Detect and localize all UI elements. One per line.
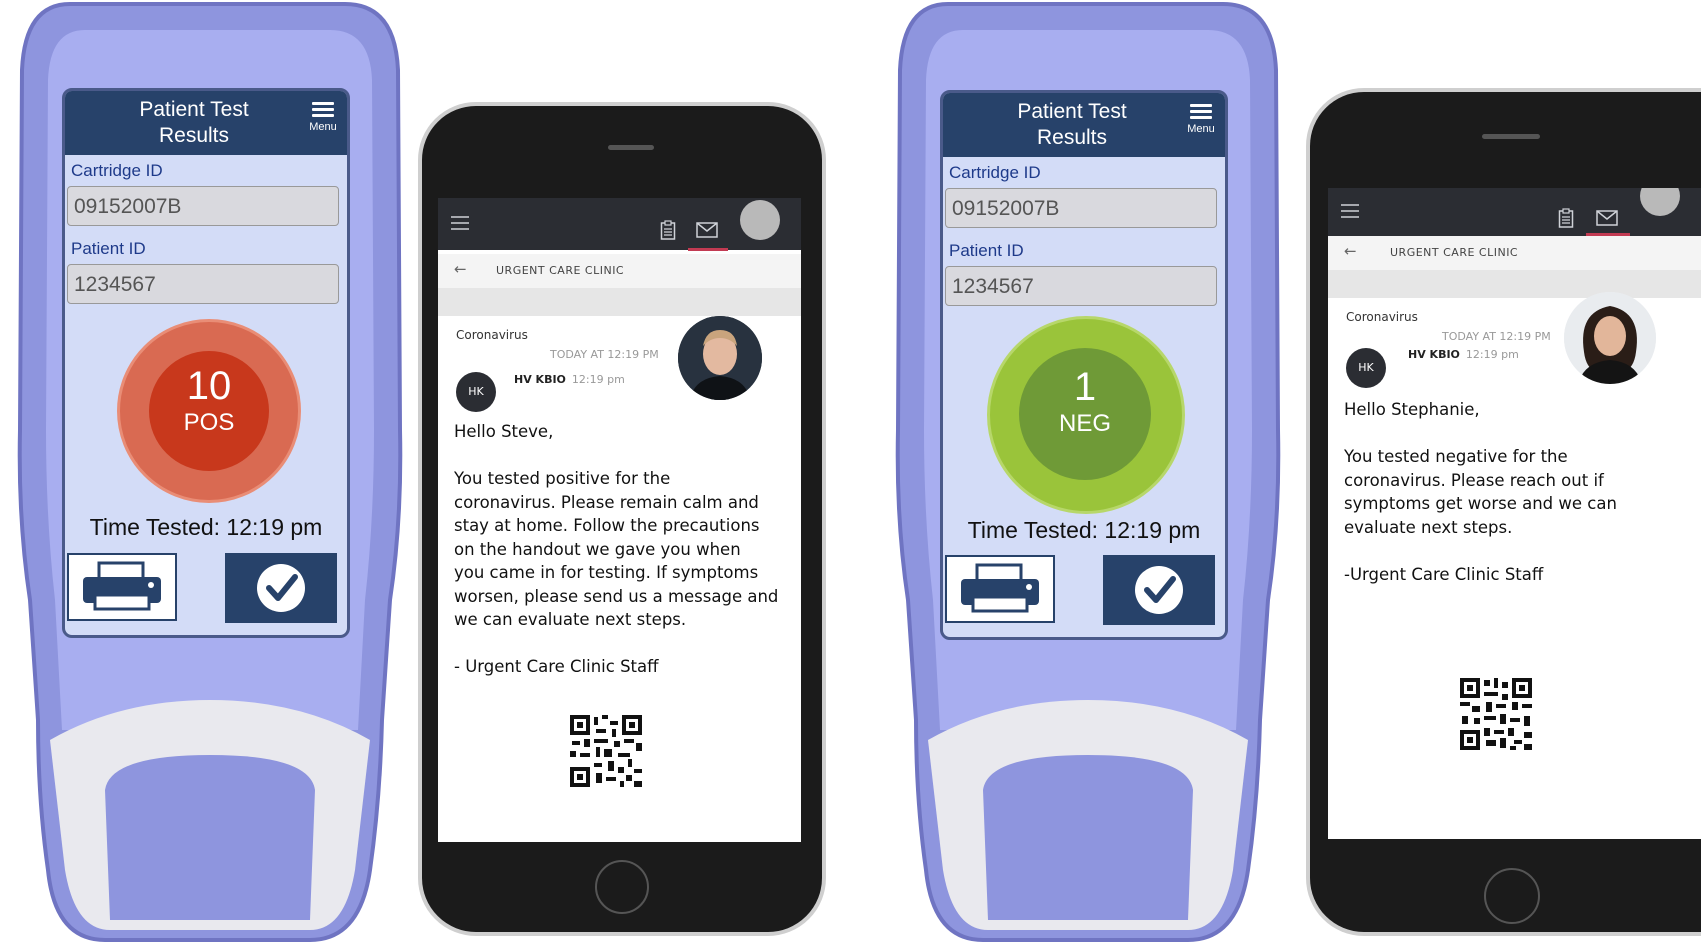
reader-title: Patient Test Results <box>139 98 249 147</box>
cartridge-id-label: Cartridge ID <box>71 161 163 180</box>
print-button[interactable] <box>67 553 177 621</box>
hamburger-icon[interactable] <box>450 214 470 232</box>
patient-photo-male <box>678 316 762 400</box>
result-badge: 1 NEG <box>1019 348 1151 480</box>
time-tested: Time Tested: 12:19 pm <box>967 517 1201 543</box>
menu-icon <box>303 102 343 117</box>
confirm-button[interactable] <box>1103 555 1215 625</box>
menu-icon <box>1181 104 1221 119</box>
result-text: POS <box>183 409 235 436</box>
reader-screen: Patient Test Results Menu Cartridge ID 0… <box>940 90 1228 640</box>
message-subject: Coronavirus <box>1346 310 1418 324</box>
clipboard-icon[interactable] <box>660 220 676 240</box>
sender-time: 12:19 pm <box>571 373 625 386</box>
message-body: Hello Steve, You tested positive for the… <box>454 422 779 676</box>
app-topbar <box>438 198 801 251</box>
patient-id-label: Patient ID <box>71 239 146 258</box>
message-date: TODAY AT 12:19 PM <box>550 348 659 361</box>
print-button[interactable] <box>945 555 1055 623</box>
conversation-header: ← URGENT CARE CLINIC <box>438 254 801 288</box>
result-number: 1 <box>1073 365 1097 409</box>
confirm-button[interactable] <box>225 553 337 623</box>
sender-avatar: HK <box>456 372 496 412</box>
phone-speaker <box>1482 134 1540 139</box>
phone-speaker <box>608 145 654 150</box>
reader-header: Patient Test Results Menu <box>65 91 347 155</box>
result-text: NEG <box>1058 410 1111 437</box>
mail-tab-indicator <box>688 248 728 251</box>
menu-button[interactable]: Menu <box>1181 101 1221 135</box>
app-topbar <box>1328 188 1701 236</box>
cartridge-id-label: Cartridge ID <box>949 163 1041 182</box>
divider-band <box>1328 270 1701 298</box>
phone-screen: ← URGENT CARE CLINIC Coronavirus TODAY A… <box>1328 188 1701 839</box>
reader-header: Patient Test Results Menu <box>943 93 1225 157</box>
mail-icon[interactable] <box>696 222 718 238</box>
printer-icon <box>961 563 1039 613</box>
profile-avatar-placeholder[interactable] <box>1640 188 1680 216</box>
hamburger-icon[interactable] <box>1340 202 1360 220</box>
sender-time: 12:19 pm <box>1465 348 1519 361</box>
patient-id-field[interactable]: 1234567 <box>945 266 1217 306</box>
home-button[interactable] <box>1484 868 1540 924</box>
reader-screen: Patient Test Results Menu Cartridge ID 0… <box>62 88 350 638</box>
message-body: Hello Stephanie, You tested negative for… <box>1344 400 1617 584</box>
time-tested: Time Tested: 12:19 pm <box>89 514 323 540</box>
conversation-title: URGENT CARE CLINIC <box>1390 246 1519 259</box>
result-number: 10 <box>186 364 232 408</box>
conversation-title: URGENT CARE CLINIC <box>496 264 625 277</box>
back-arrow-icon[interactable]: ← <box>1344 242 1357 260</box>
cartridge-id-field[interactable]: 09152007B <box>945 188 1217 228</box>
sender-name: HV KBIO 12:19 pm <box>514 373 625 386</box>
result-badge: 10 POS <box>149 351 269 471</box>
divider-band <box>438 288 801 316</box>
menu-label: Menu <box>309 121 337 133</box>
message-subject: Coronavirus <box>456 328 528 342</box>
qr-code-icon[interactable] <box>568 713 644 789</box>
profile-avatar-placeholder[interactable] <box>740 200 780 240</box>
reader-title: Patient Test Results <box>1017 100 1127 149</box>
message-date: TODAY AT 12:19 PM <box>1442 330 1551 343</box>
phone-screen: ← URGENT CARE CLINIC Coronavirus TODAY A… <box>438 198 801 842</box>
patient-id-field[interactable]: 1234567 <box>67 264 339 304</box>
home-button[interactable] <box>595 860 649 914</box>
checkmark-icon <box>257 564 305 612</box>
sender-avatar: HK <box>1346 348 1386 388</box>
qr-code-icon[interactable] <box>1458 676 1534 752</box>
clipboard-icon[interactable] <box>1558 208 1574 228</box>
cartridge-id-field[interactable]: 09152007B <box>67 186 339 226</box>
printer-icon <box>83 561 161 611</box>
back-arrow-icon[interactable]: ← <box>454 260 467 278</box>
menu-label: Menu <box>1187 123 1215 135</box>
patient-photo-female <box>1564 292 1656 384</box>
patient-id-label: Patient ID <box>949 241 1024 260</box>
conversation-header: ← URGENT CARE CLINIC <box>1328 236 1701 270</box>
menu-button[interactable]: Menu <box>303 99 343 133</box>
mail-icon[interactable] <box>1596 210 1618 226</box>
checkmark-icon <box>1135 566 1183 614</box>
sender-name: HV KBIO 12:19 pm <box>1408 348 1519 361</box>
